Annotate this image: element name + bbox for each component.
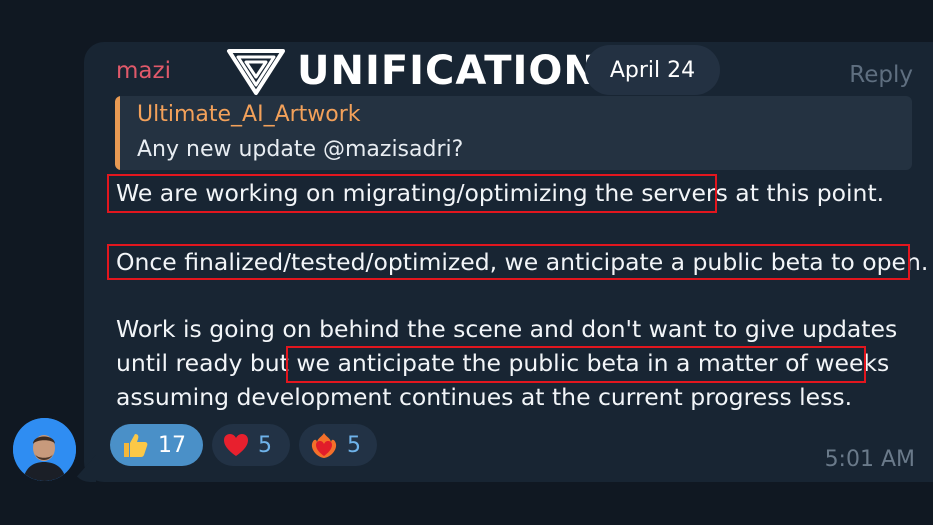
reaction-heart-on-fire[interactable]: 5 <box>299 424 377 466</box>
reaction-thumbs-up[interactable]: 17 <box>110 424 203 466</box>
reaction-count: 17 <box>158 432 186 458</box>
reaction-count: 5 <box>347 432 361 458</box>
message-line-5: assuming development continues at the cu… <box>116 383 853 411</box>
thumbs-up-icon <box>124 434 148 457</box>
red-heart-icon <box>224 434 248 456</box>
reaction-count: 5 <box>258 432 272 458</box>
avatar[interactable] <box>13 418 76 481</box>
quote-text: Any new update @mazisadri? <box>137 137 464 162</box>
reaction-heart[interactable]: 5 <box>212 424 290 466</box>
quote-author: Ultimate_AI_Artwork <box>137 102 361 127</box>
watermark-text: UNIFICATION <box>297 48 598 94</box>
heart-on-fire-icon <box>311 433 337 458</box>
message-timestamp: 5:01 AM <box>824 447 915 472</box>
unification-logo-icon <box>227 49 285 95</box>
unification-watermark: UNIFICATION <box>225 45 598 97</box>
highlight-box-3 <box>286 346 866 383</box>
quote-accent-bar <box>115 96 120 170</box>
sender-name[interactable]: mazi <box>116 58 171 84</box>
message-line-3: Work is going on behind the scene and do… <box>116 315 898 343</box>
quoted-message[interactable]: Ultimate_AI_Artwork Any new update @mazi… <box>115 96 912 170</box>
highlight-box-1 <box>107 174 717 213</box>
person-icon <box>13 418 76 481</box>
date-badge: April 24 <box>585 45 720 95</box>
highlight-box-2 <box>107 244 910 280</box>
reply-button[interactable]: Reply <box>849 62 913 88</box>
